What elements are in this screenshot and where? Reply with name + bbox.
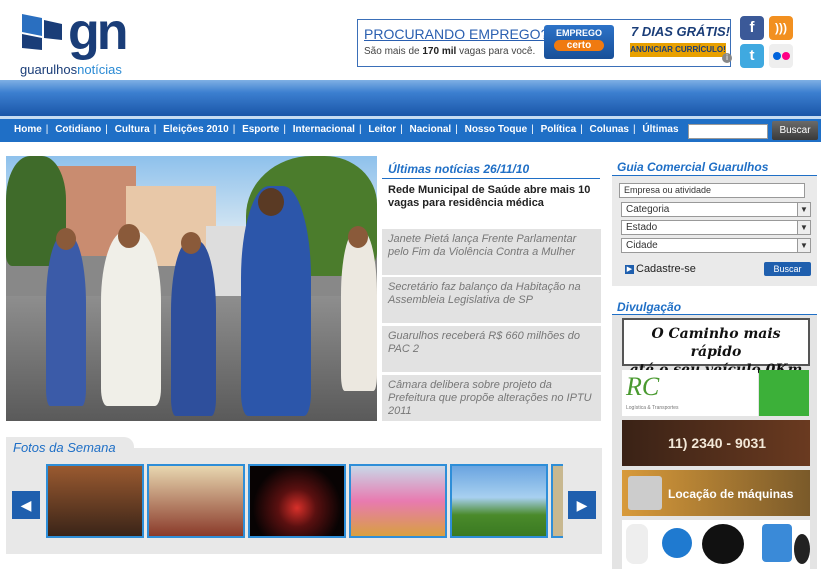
- logo-mark-icon[interactable]: [20, 10, 64, 54]
- rss-icon[interactable]: ))): [769, 16, 793, 40]
- ad-sub-1: São mais de: [364, 46, 423, 57]
- ad-phone[interactable]: 11) 2340 - 9031: [622, 420, 810, 466]
- machine-icon: [628, 476, 662, 510]
- headline-item[interactable]: Guarulhos receberá R$ 660 milhões do PAC…: [382, 326, 601, 372]
- twitter-icon[interactable]: t: [740, 44, 764, 68]
- latest-news-divider: [382, 178, 600, 179]
- photo-thumbnail[interactable]: [551, 464, 563, 538]
- header-band: [0, 80, 821, 116]
- ad-headline[interactable]: PROCURANDO EMPREGO?: [364, 26, 548, 42]
- ad-phone-number: 11) 2340 - 9031: [668, 435, 767, 451]
- featured-photo[interactable]: [6, 156, 377, 421]
- ad-green-block[interactable]: [759, 370, 809, 416]
- photo-thumbnail[interactable]: [450, 464, 548, 538]
- ad-subtext: São mais de 170 mil vagas para você.: [364, 46, 535, 57]
- badge-emprego: EMPREGO: [555, 28, 602, 38]
- nav-cultura[interactable]: Cultura: [115, 124, 150, 135]
- nav-nosso-toque[interactable]: Nosso Toque: [465, 124, 528, 135]
- arrow-right-icon: ▶: [625, 265, 634, 274]
- headline-item[interactable]: Câmara delibera sobre projeto da Prefeit…: [382, 375, 601, 421]
- nav-politica[interactable]: Política: [541, 124, 577, 135]
- ad-anunciar-button[interactable]: ANUNCIAR CURRÍCULO!: [630, 43, 726, 57]
- headline-item[interactable]: Janete Pietá lança Frente Parlamentar pe…: [382, 229, 601, 275]
- search-button[interactable]: Buscar: [772, 121, 818, 140]
- logo-text[interactable]: guarulhosnotícias: [20, 62, 122, 77]
- nav-home[interactable]: Home: [14, 124, 42, 135]
- search-input[interactable]: [688, 124, 768, 139]
- logo-gn[interactable]: gn: [68, 4, 129, 60]
- carousel-next-button[interactable]: ▶: [568, 491, 596, 519]
- badge-certo: certo: [554, 40, 604, 51]
- rc-logo: RC: [626, 372, 660, 401]
- divulgacao-title: Divulgação: [617, 300, 682, 314]
- guia-search-button[interactable]: Buscar: [764, 262, 811, 276]
- categoria-select[interactable]: Categoria ▼: [621, 202, 811, 217]
- categoria-value: Categoria: [626, 204, 670, 215]
- ad-locacao-maquinas[interactable]: Locação de máquinas: [622, 470, 810, 516]
- nav-internacional[interactable]: Internacional: [293, 124, 355, 135]
- nav-esporte[interactable]: Esporte: [242, 124, 279, 135]
- ad-7-dias: 7 DIAS GRÁTIS!: [631, 24, 730, 39]
- ad-rc-logistica[interactable]: RC Logística & Transportes: [622, 370, 758, 416]
- photo-thumbnail[interactable]: [349, 464, 447, 538]
- latest-news-title: Últimas notícias 26/11/10: [388, 162, 530, 176]
- ad-maquinas-text: Locação de máquinas: [668, 487, 794, 501]
- cidade-select[interactable]: Cidade ▼: [621, 238, 811, 253]
- cidade-value: Cidade: [626, 240, 658, 251]
- ad-caminho-0km[interactable]: O Caminho mais rápidoaté o seu veículo 0…: [622, 318, 810, 378]
- logo-text-guarulhos: guarulhos: [20, 62, 78, 77]
- logo-text-noticias: notícias: [77, 62, 122, 77]
- ad-sub-bold: 170 mil: [422, 46, 457, 57]
- banner-ad-emprego[interactable]: PROCURANDO EMPREGO? São mais de 170 mil …: [357, 19, 732, 67]
- ad-caminho-line1: O Caminho mais rápido: [651, 326, 781, 360]
- flickr-icon[interactable]: [769, 44, 793, 68]
- carousel-prev-button[interactable]: ◀: [12, 491, 40, 519]
- nav-leitor[interactable]: Leitor: [368, 124, 396, 135]
- rc-subtitle: Logística & Transportes: [626, 405, 679, 411]
- photo-thumbnail[interactable]: [147, 464, 245, 538]
- empresa-input[interactable]: Empresa ou atividade: [619, 183, 805, 198]
- facebook-icon[interactable]: f: [740, 16, 764, 40]
- chevron-down-icon[interactable]: ▼: [797, 239, 810, 252]
- photos-title: Fotos da Semana: [6, 437, 134, 459]
- nav-cotidiano[interactable]: Cotidiano: [55, 124, 101, 135]
- ad-info-icon[interactable]: i: [722, 53, 732, 63]
- headline-item[interactable]: Secretário faz balanço da Habitação na A…: [382, 277, 601, 323]
- cadastre-link[interactable]: Cadastre-se: [636, 263, 696, 275]
- emprego-certo-badge[interactable]: EMPREGO certo: [544, 25, 614, 59]
- nav-ultimas[interactable]: Últimas: [642, 124, 678, 135]
- nav-colunas[interactable]: Colunas: [590, 124, 629, 135]
- estado-select[interactable]: Estado ▼: [621, 220, 811, 235]
- ad-epi-equipamentos[interactable]: [622, 520, 810, 569]
- nav-nacional[interactable]: Nacional: [410, 124, 452, 135]
- estado-value: Estado: [626, 222, 658, 233]
- chevron-down-icon[interactable]: ▼: [797, 221, 810, 234]
- headline-main[interactable]: Rede Municipal de Saúde abre mais 10 vag…: [382, 180, 601, 226]
- photo-thumbnail[interactable]: [248, 464, 346, 538]
- chevron-down-icon[interactable]: ▼: [797, 203, 810, 216]
- nav-items: Home | Cotidiano | Cultura | Eleições 2010 |…: [14, 124, 679, 135]
- guia-title: Guia Comercial Guarulhos: [617, 160, 769, 174]
- photo-thumbnail[interactable]: [46, 464, 144, 538]
- nav-eleicoes[interactable]: Eleições 2010: [163, 124, 229, 135]
- ad-sub-2: vagas para você.: [456, 46, 536, 57]
